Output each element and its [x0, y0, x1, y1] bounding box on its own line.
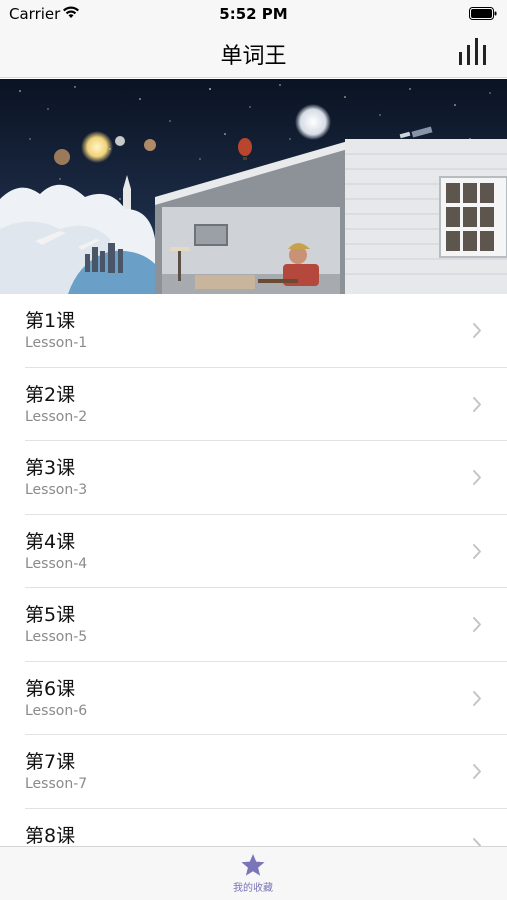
- list-item[interactable]: 第4课 Lesson-4: [0, 515, 507, 589]
- list-item[interactable]: 第8课: [0, 809, 507, 847]
- tab-bar: 我的收藏: [0, 846, 507, 900]
- navigation-bar: 单词王: [0, 28, 507, 78]
- space-house-illustration: [0, 79, 507, 294]
- lesson-subtitle: Lesson-4: [25, 555, 88, 572]
- banner-image: [0, 79, 507, 294]
- chevron-right-icon: [473, 764, 481, 779]
- tab-favorites[interactable]: 我的收藏: [213, 853, 293, 899]
- lesson-subtitle: Lesson-7: [25, 776, 88, 792]
- bar-chart-icon[interactable]: [457, 34, 491, 66]
- status-bar: Carrier 5:52 PM: [0, 0, 507, 28]
- chevron-right-icon: [473, 690, 481, 706]
- list-item[interactable]: 第5课 Lesson-5: [0, 588, 507, 662]
- lesson-title: 第4课: [25, 530, 76, 553]
- lesson-list: 第1课 Lesson-1 第2课 Lesson-2 第3课 Lesson-3 第…: [0, 294, 507, 846]
- lesson-subtitle: Lesson-6: [25, 702, 88, 719]
- chevron-right-icon: [473, 837, 481, 846]
- list-item[interactable]: 第1课 Lesson-1: [0, 294, 507, 368]
- tab-favorites-label: 我的收藏: [233, 883, 273, 894]
- lesson-title: 第3课: [25, 457, 76, 479]
- chevron-right-icon: [473, 470, 481, 485]
- lesson-title: 第5课: [25, 604, 76, 626]
- lesson-title: 第6课: [25, 677, 76, 700]
- lesson-title: 第8课: [25, 824, 76, 847]
- chevron-right-icon: [473, 543, 481, 559]
- chevron-right-icon: [473, 617, 481, 632]
- page-title: 单词王: [220, 44, 287, 69]
- chevron-right-icon: [473, 323, 481, 338]
- battery-icon: [469, 7, 497, 20]
- list-item[interactable]: 第2课 Lesson-2: [0, 368, 507, 442]
- star-icon: [241, 854, 265, 876]
- list-item[interactable]: 第6课 Lesson-6: [0, 662, 507, 736]
- chevron-right-icon: [473, 396, 481, 412]
- clock: 5:52 PM: [219, 5, 288, 23]
- lesson-title: 第2课: [25, 383, 76, 406]
- lesson-subtitle: Lesson-2: [25, 408, 88, 425]
- lesson-subtitle: Lesson-3: [25, 482, 88, 498]
- lesson-title: 第1课: [25, 310, 76, 332]
- lesson-title: 第7课: [25, 751, 76, 773]
- lesson-subtitle: Lesson-1: [25, 335, 88, 351]
- list-item[interactable]: 第3课 Lesson-3: [0, 441, 507, 515]
- lesson-subtitle: Lesson-5: [25, 629, 88, 645]
- list-item[interactable]: 第7课 Lesson-7: [0, 735, 507, 809]
